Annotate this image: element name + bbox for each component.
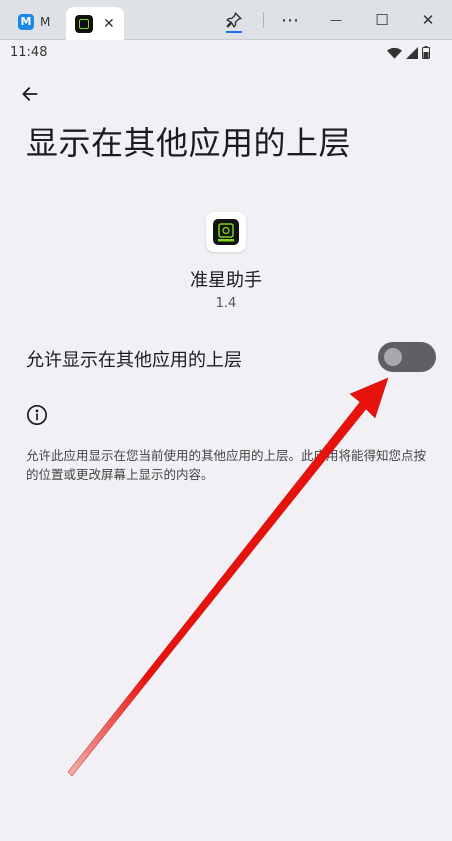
back-button[interactable]: [16, 80, 44, 108]
tab-active[interactable]: ✕: [66, 7, 124, 40]
status-bar: 11:48: [0, 40, 452, 66]
status-time: 11:48: [10, 45, 48, 60]
signal-icon: [406, 46, 418, 59]
permission-description: 允许此应用显示在您当前使用的其他应用的上层。此应用将能得知您点按的位置或更改屏幕…: [26, 448, 427, 482]
app-favicon-icon: M: [18, 14, 34, 30]
more-menu-icon[interactable]: ⋯: [276, 8, 304, 32]
pin-active-indicator: [226, 31, 242, 33]
toolbar-divider: [263, 12, 264, 28]
app-name: 准星助手: [190, 270, 262, 291]
tab-close-icon[interactable]: ✕: [103, 17, 115, 31]
window-close-icon[interactable]: ✕: [414, 8, 442, 32]
battery-icon: [422, 46, 430, 59]
maximize-icon[interactable]: ☐: [368, 8, 396, 32]
wifi-icon: [387, 47, 402, 59]
app-icon: [206, 212, 246, 252]
overlay-permission-toggle[interactable]: [378, 342, 436, 372]
tab-inactive[interactable]: M M: [12, 8, 60, 36]
page-title: 显示在其他应用的上层: [26, 124, 352, 162]
toggle-knob: [384, 348, 402, 366]
pin-icon[interactable]: [220, 8, 248, 32]
info-icon: [27, 405, 47, 425]
overlay-permission-row[interactable]: 允许显示在其他应用的上层: [0, 336, 452, 380]
tab-label: M: [40, 15, 51, 29]
crosshair-app-icon: [75, 14, 93, 33]
arrow-left-icon: [22, 87, 38, 101]
overlay-permission-label: 允许显示在其他应用的上层: [26, 350, 242, 371]
app-version: 1.4: [215, 296, 237, 311]
crosshair-app-icon: [213, 219, 239, 245]
minimize-icon[interactable]: —: [322, 8, 350, 32]
browser-tab-strip: M M ✕ ⋯ — ☐ ✕: [0, 0, 452, 40]
